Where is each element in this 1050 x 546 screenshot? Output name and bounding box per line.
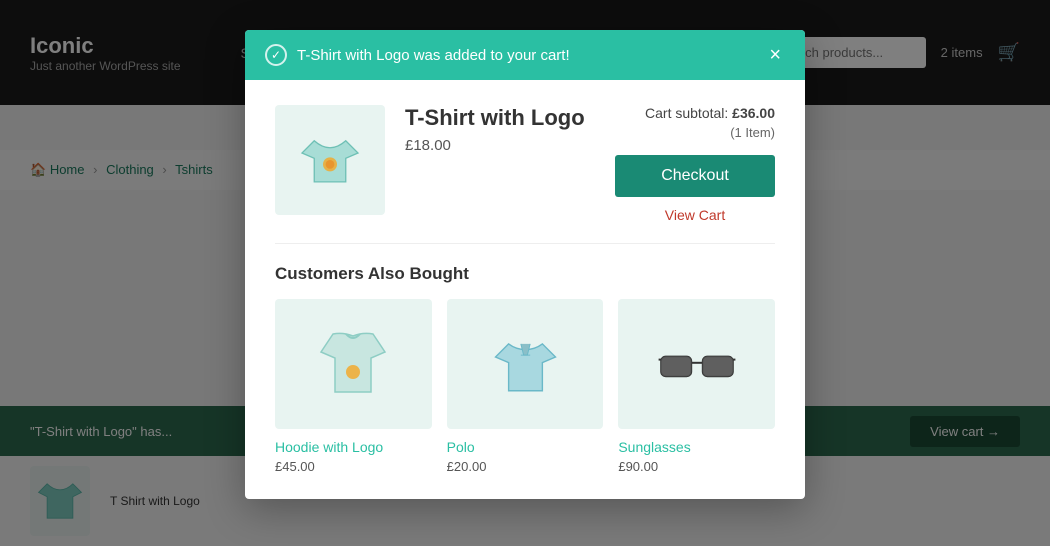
product-image	[275, 105, 385, 215]
also-bought-item-0: Hoodie with Logo £45.00	[275, 299, 432, 474]
modal-close-button[interactable]: ×	[765, 45, 785, 65]
modal-body: T-Shirt with Logo £18.00 Cart subtotal: …	[245, 80, 805, 499]
product-name-modal: T-Shirt with Logo	[405, 105, 595, 131]
checkout-button[interactable]: Checkout	[615, 155, 775, 197]
also-bought-section: Customers Also Bought Hoodie with Logo £…	[275, 243, 775, 474]
modal-notification-text: T-Shirt with Logo was added to your cart…	[297, 47, 570, 64]
also-bought-img-0	[275, 299, 432, 429]
also-bought-grid: Hoodie with Logo £45.00 Polo £20.00	[275, 299, 775, 474]
also-bought-item-1: Polo £20.00	[447, 299, 604, 474]
also-bought-title: Customers Also Bought	[275, 264, 775, 284]
product-price-modal: £18.00	[405, 137, 595, 154]
also-bought-price-2: £90.00	[618, 459, 775, 474]
also-bought-img-2	[618, 299, 775, 429]
also-bought-img-1	[447, 299, 604, 429]
modal-notification-header: ✓ T-Shirt with Logo was added to your ca…	[245, 30, 805, 80]
also-bought-price-1: £20.00	[447, 459, 604, 474]
also-bought-name-0[interactable]: Hoodie with Logo	[275, 439, 432, 455]
also-bought-name-1[interactable]: Polo	[447, 439, 604, 455]
cart-summary: Cart subtotal: £36.00 (1 Item) Checkout …	[615, 105, 775, 223]
subtotal-amount: £36.00	[732, 105, 775, 121]
subtotal-label: Cart subtotal: £36.00	[615, 105, 775, 121]
check-circle-icon: ✓	[265, 44, 287, 66]
product-summary: T-Shirt with Logo £18.00 Cart subtotal: …	[275, 105, 775, 223]
item-count: (1 Item)	[615, 125, 775, 140]
modal-dialog: ✓ T-Shirt with Logo was added to your ca…	[245, 30, 805, 499]
view-cart-link[interactable]: View Cart	[615, 207, 775, 223]
also-bought-item-2: Sunglasses £90.00	[618, 299, 775, 474]
also-bought-price-0: £45.00	[275, 459, 432, 474]
product-info: T-Shirt with Logo £18.00	[405, 105, 595, 154]
also-bought-name-2[interactable]: Sunglasses	[618, 439, 775, 455]
